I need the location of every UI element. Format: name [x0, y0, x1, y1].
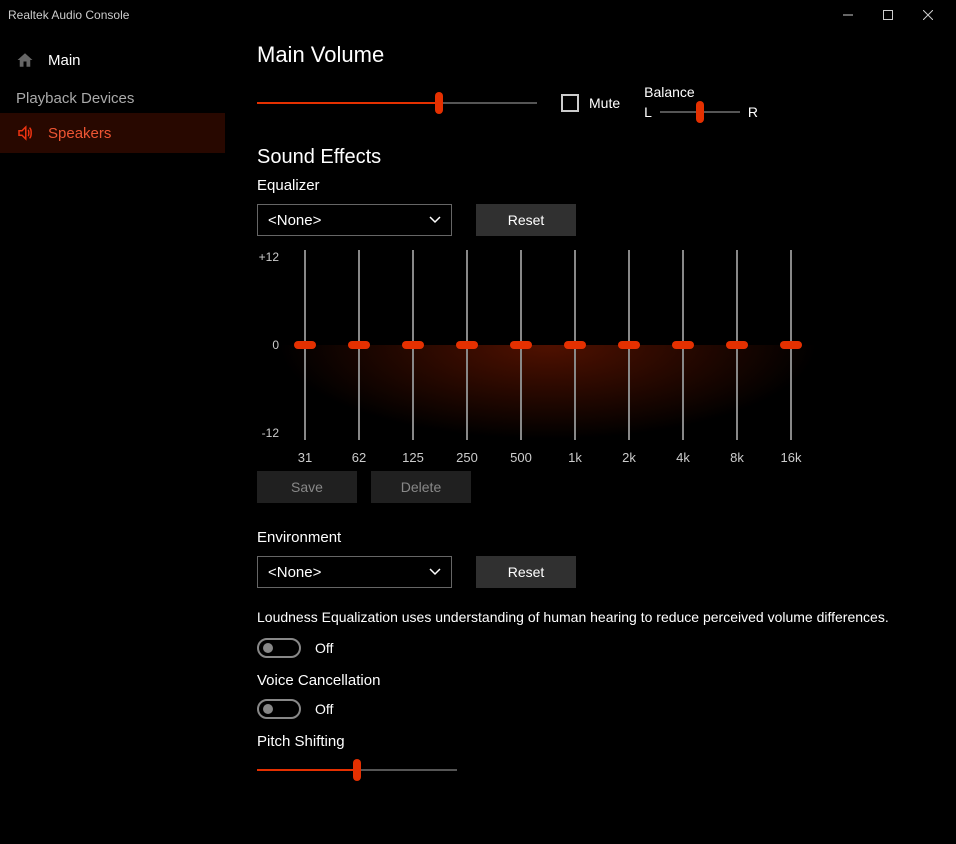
home-icon: [16, 51, 34, 69]
voice-cancellation-state-label: Off: [315, 701, 333, 717]
chevron-down-icon: [429, 216, 441, 224]
eq-scale-bottom: -12: [262, 426, 279, 440]
equalizer-reset-button[interactable]: Reset: [476, 204, 576, 236]
environment-preset-value: <None>: [268, 564, 321, 581]
balance-label: Balance: [644, 84, 758, 100]
environment-label: Environment: [257, 529, 932, 546]
eq-band-freq-label: 250: [456, 450, 478, 465]
equalizer-label: Equalizer: [257, 177, 932, 194]
main-volume-slider[interactable]: [257, 93, 537, 113]
sidebar-item-speakers[interactable]: Speakers: [0, 113, 225, 153]
eq-band: 1k: [567, 250, 583, 465]
sidebar-item-label: Main: [48, 52, 81, 69]
eq-band-freq-label: 31: [298, 450, 312, 465]
close-button[interactable]: [908, 0, 948, 30]
eq-band-freq-label: 500: [510, 450, 532, 465]
eq-band-freq-label: 16k: [781, 450, 802, 465]
equalizer-delete-button[interactable]: Delete: [371, 471, 471, 503]
environment-reset-button[interactable]: Reset: [476, 556, 576, 588]
loudness-description: Loudness Equalization uses understanding…: [257, 608, 932, 628]
eq-band-freq-label: 8k: [730, 450, 744, 465]
minimize-button[interactable]: [828, 0, 868, 30]
window-title: Realtek Audio Console: [8, 8, 828, 22]
main-volume-heading: Main Volume: [257, 42, 932, 68]
eq-band: 500: [513, 250, 529, 465]
eq-band-slider[interactable]: [628, 250, 630, 440]
chevron-down-icon: [429, 568, 441, 576]
sidebar-item-main[interactable]: Main: [0, 40, 225, 80]
mute-checkbox[interactable]: Mute: [561, 94, 620, 112]
loudness-toggle[interactable]: [257, 638, 301, 658]
eq-band: 31: [297, 250, 313, 465]
eq-band-slider[interactable]: [412, 250, 414, 440]
equalizer-preset-select[interactable]: <None>: [257, 204, 452, 236]
eq-band: 8k: [729, 250, 745, 465]
equalizer-preset-value: <None>: [268, 212, 321, 229]
sidebar: Main Playback Devices Speakers: [0, 30, 225, 844]
speaker-icon: [16, 124, 34, 142]
sidebar-section-playback: Playback Devices: [0, 80, 225, 113]
eq-band-freq-label: 2k: [622, 450, 636, 465]
balance-slider[interactable]: [660, 102, 740, 122]
pitch-shifting-label: Pitch Shifting: [257, 733, 932, 750]
eq-band-freq-label: 1k: [568, 450, 582, 465]
checkbox-icon: [561, 94, 579, 112]
eq-band-slider[interactable]: [574, 250, 576, 440]
eq-band-slider[interactable]: [520, 250, 522, 440]
eq-scale-top: +12: [259, 250, 279, 264]
titlebar: Realtek Audio Console: [0, 0, 956, 30]
eq-band-slider[interactable]: [466, 250, 468, 440]
pitch-shifting-slider[interactable]: [257, 760, 457, 780]
eq-band-slider[interactable]: [682, 250, 684, 440]
balance-left-label: L: [644, 104, 652, 120]
eq-band-freq-label: 125: [402, 450, 424, 465]
eq-band: 125: [405, 250, 421, 465]
eq-band-slider[interactable]: [304, 250, 306, 440]
eq-band-slider[interactable]: [358, 250, 360, 440]
voice-cancellation-toggle[interactable]: [257, 699, 301, 719]
eq-band-freq-label: 4k: [676, 450, 690, 465]
voice-cancellation-label: Voice Cancellation: [257, 672, 932, 689]
eq-band: 16k: [783, 250, 799, 465]
sidebar-item-label: Speakers: [48, 125, 111, 142]
eq-band: 4k: [675, 250, 691, 465]
balance-right-label: R: [748, 104, 758, 120]
main-panel: Main Volume Mute Balance L: [225, 30, 956, 844]
loudness-state-label: Off: [315, 640, 333, 656]
eq-band-slider[interactable]: [736, 250, 738, 440]
equalizer: +12 0 -12 31 62 125 250 500 1k 2k 4k 8k 16k: [257, 250, 932, 465]
eq-band-freq-label: 62: [352, 450, 366, 465]
mute-label: Mute: [589, 95, 620, 111]
eq-band: 250: [459, 250, 475, 465]
eq-band: 2k: [621, 250, 637, 465]
eq-band-slider[interactable]: [790, 250, 792, 440]
eq-scale-mid: 0: [272, 338, 279, 352]
sound-effects-heading: Sound Effects: [257, 146, 932, 169]
environment-preset-select[interactable]: <None>: [257, 556, 452, 588]
maximize-button[interactable]: [868, 0, 908, 30]
eq-band: 62: [351, 250, 367, 465]
equalizer-save-button[interactable]: Save: [257, 471, 357, 503]
